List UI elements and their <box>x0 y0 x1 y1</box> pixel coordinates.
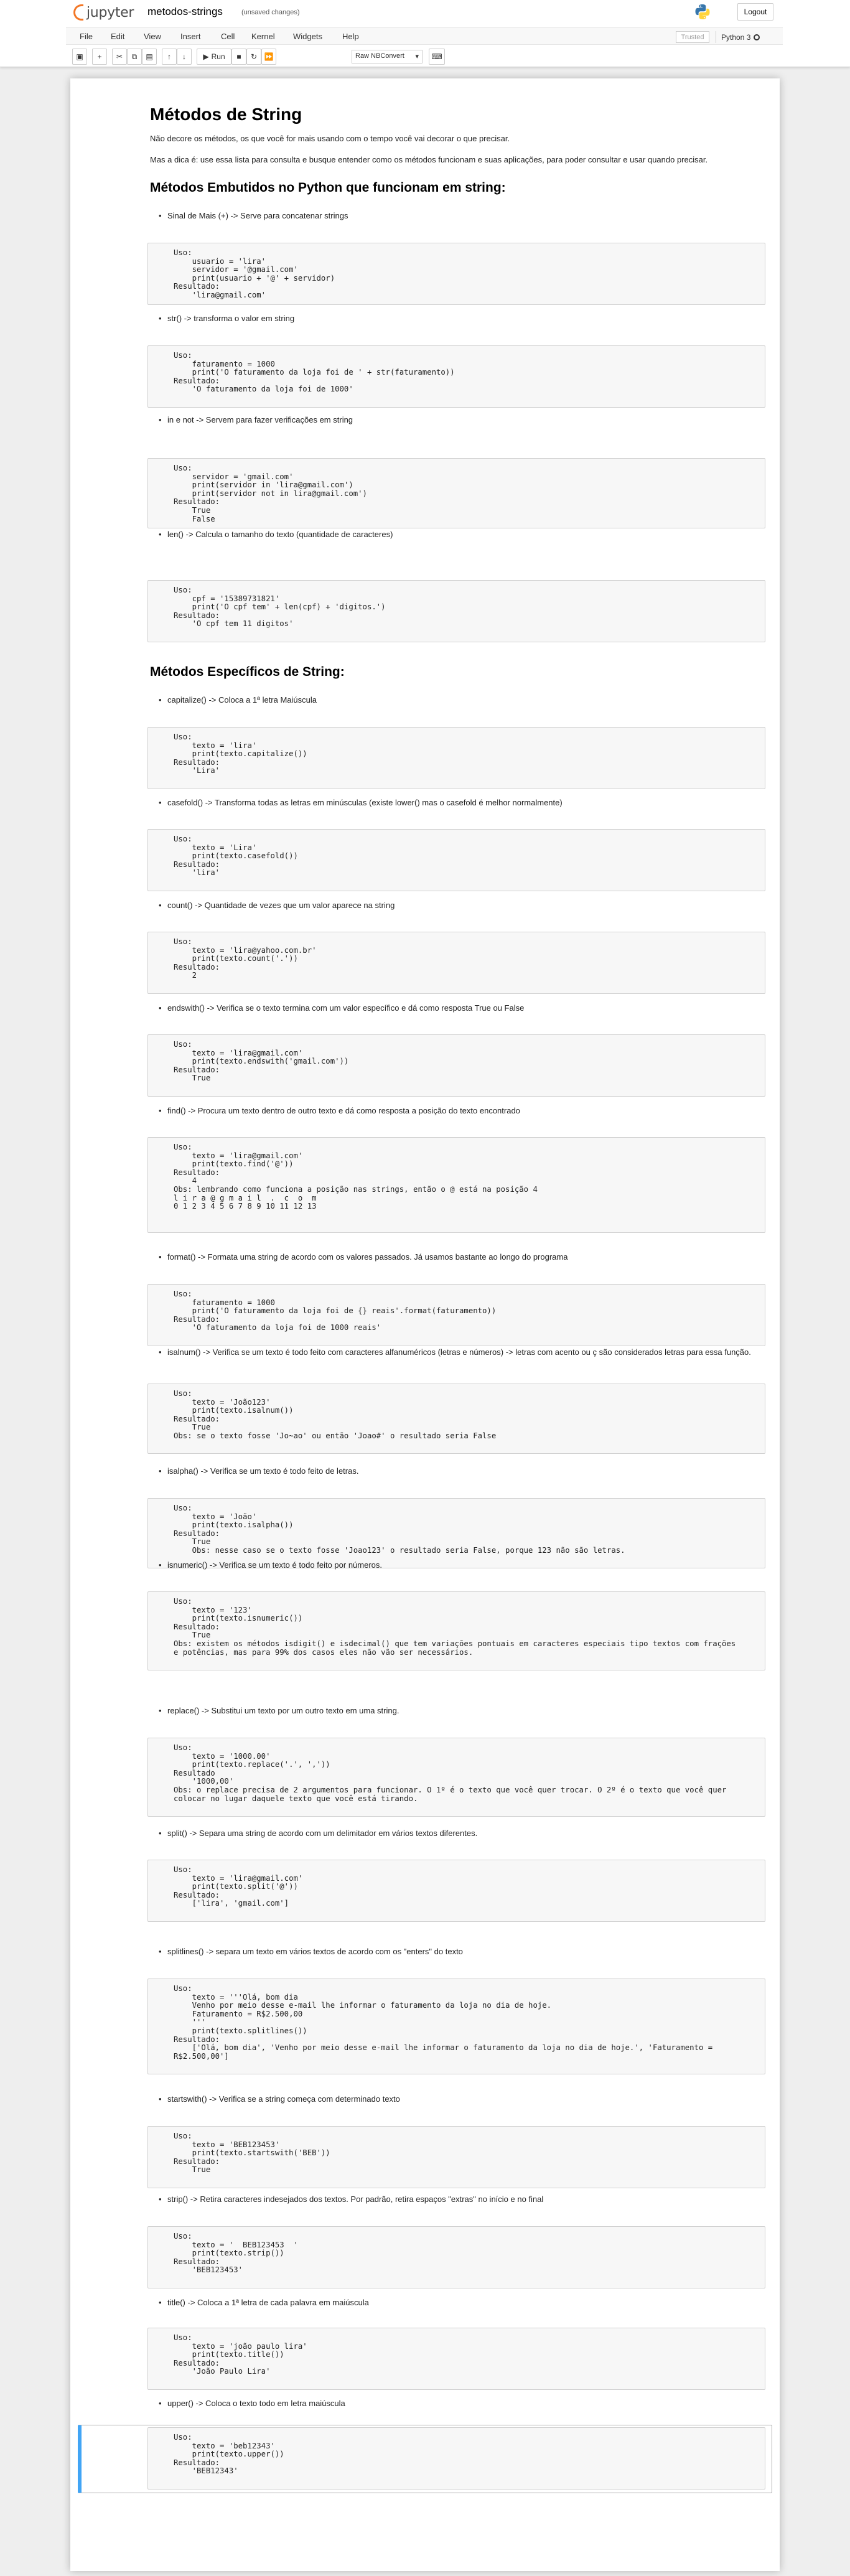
method-bullet: format() -> Formata uma string de acordo… <box>159 1252 765 1263</box>
raw-code-cell[interactable]: Uso: texto = 'joão paulo lira' print(tex… <box>147 2328 765 2390</box>
python-logo-icon <box>695 4 710 19</box>
raw-code-cell[interactable]: Uso: texto = 'lira@yahoo.com.br' print(t… <box>147 932 765 994</box>
raw-code-cell[interactable]: Uso: texto = '1000.00' print(texto.repla… <box>147 1738 765 1817</box>
section-heading-builtin: Métodos Embutidos no Python que funciona… <box>150 180 506 195</box>
method-bullet: isnumeric() -> Verifica se um texto é to… <box>159 1560 765 1571</box>
autosave-status: (unsaved changes) <box>241 9 300 16</box>
notebook-name[interactable]: metodos-strings <box>147 6 223 18</box>
page-title: Métodos de String <box>150 105 302 124</box>
notebook-header: jupyter metodos-strings (unsaved changes… <box>0 0 850 67</box>
notebook-container: Métodos de String Não decore os métodos,… <box>70 78 780 2571</box>
menu-help[interactable]: Help <box>342 32 359 41</box>
menu-file[interactable]: File <box>80 32 93 41</box>
copy-icon: ⧉ <box>131 52 138 61</box>
raw-code-cell[interactable]: Uso: faturamento = 1000 print('O faturam… <box>147 1284 765 1346</box>
method-bullet: replace() -> Substitui um texto por um o… <box>159 1705 765 1717</box>
raw-code-cell[interactable]: Uso: texto = 'João' print(texto.isalpha(… <box>147 1498 765 1568</box>
command-palette-button[interactable]: ⌨ <box>429 49 445 65</box>
scissors-icon: ✂ <box>116 52 123 61</box>
method-bullet: splitlines() -> separa um texto em vário… <box>159 1946 765 1957</box>
method-bullet: str() -> transforma o valor em string <box>159 313 765 324</box>
method-bullet: casefold() -> Transforma todas as letras… <box>159 797 765 808</box>
run-label: Run <box>211 52 225 61</box>
toolbar: ▣ + ✂ ⧉ ▤ ↑ ↓ ▶ Run ■ ↻ ⏩ Raw NBConvert ▾ … <box>66 49 783 66</box>
method-bullet: isalnum() -> Verifica se um texto é todo… <box>159 1347 765 1358</box>
chevron-down-icon: ▾ <box>415 53 419 60</box>
logo-text: jupyter <box>86 4 134 21</box>
insert-cell-button[interactable]: + <box>92 49 107 65</box>
kernel-idle-icon <box>754 34 760 40</box>
intro-paragraph-1: Não decore os métodos, os que você for m… <box>150 134 510 143</box>
kernel-indicator[interactable]: Python 3 <box>716 31 760 43</box>
cell-type-value: Raw NBConvert <box>355 52 404 60</box>
cut-button[interactable]: ✂ <box>112 49 127 65</box>
method-bullet: find() -> Procura um texto dentro de out… <box>159 1105 765 1117</box>
jupyter-logo[interactable]: jupyter <box>73 2 134 22</box>
menu-widgets[interactable]: Widgets <box>293 32 322 41</box>
interrupt-button[interactable]: ■ <box>231 49 246 65</box>
play-icon: ▶ <box>203 52 209 61</box>
raw-code-cell[interactable]: Uso: servidor = 'gmail.com' print(servid… <box>147 458 765 528</box>
menu-edit[interactable]: Edit <box>111 32 124 41</box>
raw-code-cell[interactable]: Uso: texto = '''Olá, bom dia Venho por m… <box>147 1979 765 2074</box>
move-up-button[interactable]: ↑ <box>162 49 177 65</box>
stop-icon: ■ <box>236 52 241 61</box>
raw-code-cell[interactable]: Uso: cpf = '15389731821' print('O cpf te… <box>147 580 765 642</box>
restart-run-all-button[interactable]: ⏩ <box>261 49 276 65</box>
copy-button[interactable]: ⧉ <box>127 49 142 65</box>
arrow-down-icon: ↓ <box>182 52 186 61</box>
raw-code-cell[interactable]: Uso: texto = '123' print(texto.isnumeric… <box>147 1591 765 1670</box>
arrow-up-icon: ↑ <box>167 52 171 61</box>
refresh-icon: ↻ <box>250 52 258 61</box>
raw-code-cell[interactable]: Uso: usuario = 'lira' servidor = '@gmail… <box>147 243 765 305</box>
method-bullet: capitalize() -> Coloca a 1ª letra Maiúsc… <box>159 695 765 706</box>
method-bullet: strip() -> Retira caracteres indesejados… <box>159 2194 765 2205</box>
kernel-name: Python 3 <box>721 32 751 42</box>
raw-code-cell[interactable]: Uso: texto = 'lira@gmail.com' print(text… <box>147 1137 765 1233</box>
cell-type-select[interactable]: Raw NBConvert ▾ <box>352 50 423 63</box>
raw-code-cell[interactable]: Uso: faturamento = 1000 print('O faturam… <box>147 345 765 408</box>
run-button[interactable]: ▶ Run <box>197 49 231 65</box>
method-bullet: endswith() -> Verifica se o texto termin… <box>159 1003 765 1014</box>
menu-view[interactable]: View <box>144 32 161 41</box>
paste-button[interactable]: ▤ <box>142 49 157 65</box>
menu-insert[interactable]: Insert <box>180 32 201 41</box>
menu-cell[interactable]: Cell <box>221 32 235 41</box>
plus-icon: + <box>97 52 102 61</box>
save-button[interactable]: ▣ <box>72 49 87 65</box>
method-bullet: title() -> Coloca a 1ª letra de cada pal… <box>159 2297 765 2308</box>
move-down-button[interactable]: ↓ <box>177 49 192 65</box>
raw-code-cell[interactable]: Uso: texto = 'João123' print(texto.isaln… <box>147 1384 765 1454</box>
method-bullet: count() -> Quantidade de vezes que um va… <box>159 900 765 911</box>
method-bullet: Sinal de Mais (+) -> Serve para concaten… <box>159 210 765 222</box>
selected-cell-indicator[interactable] <box>78 2425 772 2493</box>
logout-button[interactable]: Logout <box>737 3 773 21</box>
save-icon: ▣ <box>76 52 83 61</box>
raw-code-cell[interactable]: Uso: texto = ' BEB123453 ' print(texto.s… <box>147 2226 765 2288</box>
intro-paragraph-2: Mas a dica é: use essa lista para consul… <box>150 155 708 164</box>
raw-code-cell[interactable]: Uso: texto = 'lira@gmail.com' print(text… <box>147 1860 765 1922</box>
method-bullet: split() -> Separa uma string de acordo c… <box>159 1828 765 1839</box>
menu-kernel[interactable]: Kernel <box>251 32 275 41</box>
fast-forward-icon: ⏩ <box>264 52 274 61</box>
restart-button[interactable]: ↻ <box>246 49 261 65</box>
raw-code-cell[interactable]: Uso: texto = 'Lira' print(texto.casefold… <box>147 829 765 891</box>
method-bullet: len() -> Calcula o tamanho do texto (qua… <box>159 529 765 540</box>
jupyter-logo-icon <box>73 4 83 21</box>
section-heading-string-methods: Métodos Específicos de String: <box>150 665 345 679</box>
method-bullet: isalpha() -> Verifica se um texto é todo… <box>159 1466 765 1477</box>
method-bullet: in e not -> Servem para fazer verificaçõ… <box>159 415 765 426</box>
raw-code-cell[interactable]: Uso: texto = 'lira' print(texto.capitali… <box>147 727 765 789</box>
keyboard-icon: ⌨ <box>431 52 442 61</box>
paste-icon: ▤ <box>146 52 153 61</box>
top-bar: jupyter metodos-strings (unsaved changes… <box>66 0 783 25</box>
method-bullet: upper() -> Coloca o texto todo em letra … <box>159 2398 765 2409</box>
raw-code-cell[interactable]: Uso: texto = 'lira@gmail.com' print(text… <box>147 1034 765 1097</box>
raw-code-cell[interactable]: Uso: texto = 'BEB123453' print(texto.sta… <box>147 2126 765 2188</box>
method-bullet: startswith() -> Verifica se a string com… <box>159 2094 765 2105</box>
menu-bar: File Edit View Insert Cell Kernel Widget… <box>66 27 783 45</box>
trusted-indicator[interactable]: Trusted <box>676 31 709 43</box>
